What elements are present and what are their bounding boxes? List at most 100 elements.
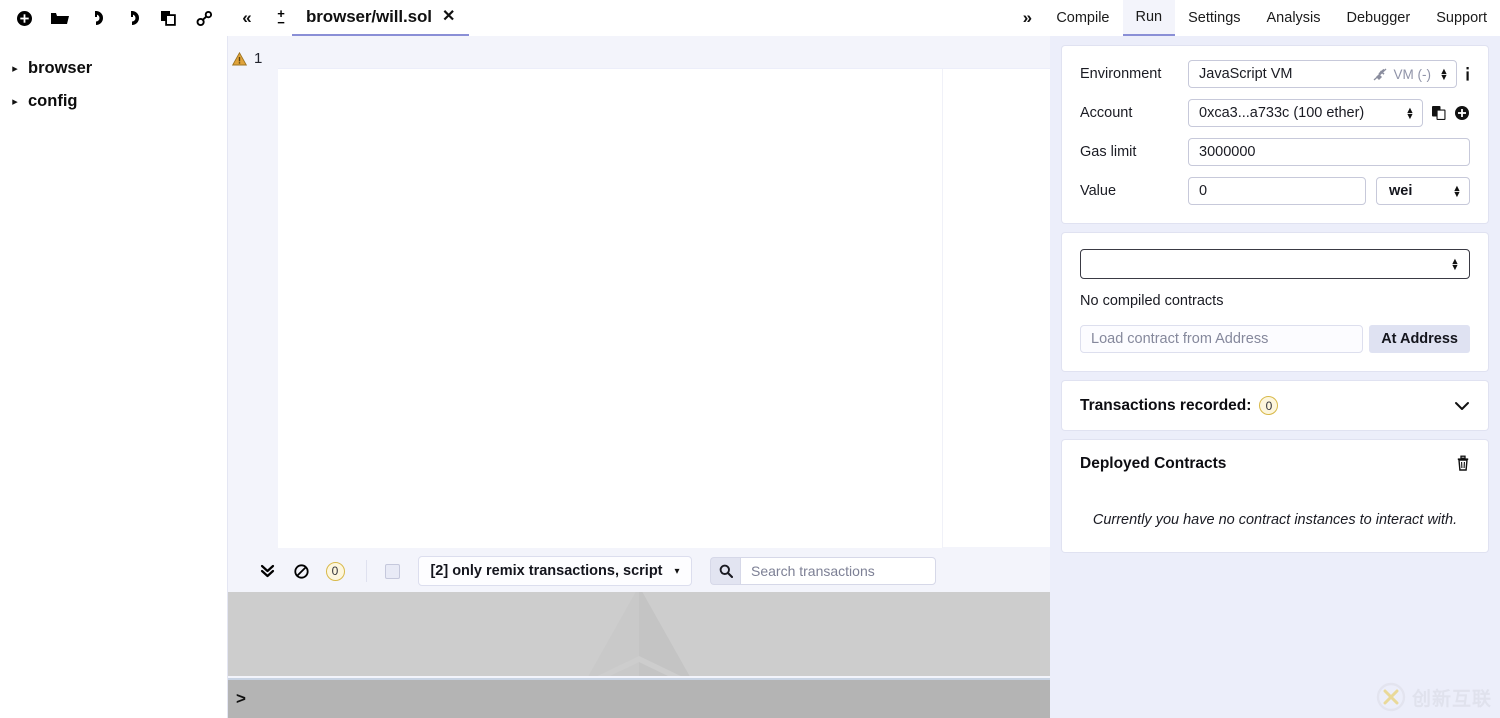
plugin-tab-strip: » Compile Run Settings Analysis Debugger… <box>1011 0 1500 36</box>
file-tree-label: config <box>28 92 78 110</box>
terminal-panel: 0 [2] only remix transactions, script ▾ … <box>228 550 1050 718</box>
tab-compile[interactable]: Compile <box>1043 0 1123 36</box>
terminal-input-row[interactable]: > <box>228 678 1050 718</box>
account-icons <box>1431 105 1470 121</box>
transaction-filter-select[interactable]: [2] only remix transactions, script ▾ <box>418 556 692 586</box>
top-bar: « + − browser/will.sol ✕ » Compile Run S… <box>0 0 1500 36</box>
account-select[interactable]: 0xca3...a733c (100 ether) ▲ ▼ <box>1188 99 1423 127</box>
gas-limit-label: Gas limit <box>1080 144 1137 160</box>
listen-network-checkbox[interactable] <box>385 563 400 579</box>
environment-icons <box>1465 66 1470 82</box>
at-address-button[interactable]: At Address <box>1369 325 1470 353</box>
editor-print-margin <box>942 69 943 548</box>
account-label: Account <box>1080 105 1133 121</box>
account-stepper[interactable]: ▲ ▼ <box>1404 106 1416 121</box>
editor-tab-label: browser/will.sol <box>306 7 432 26</box>
plug-disconnected-icon <box>1373 68 1388 81</box>
contract-select[interactable]: ▲ ▼ <box>1080 249 1470 279</box>
new-file-icon[interactable] <box>6 0 42 36</box>
tab-settings[interactable]: Settings <box>1175 0 1253 36</box>
terminal-search <box>710 557 936 585</box>
deployed-contracts-title: Deployed Contracts <box>1080 455 1227 472</box>
pending-transactions-badge: 0 <box>318 556 352 586</box>
plus-circle-icon[interactable] <box>1454 105 1470 121</box>
toolbar-divider <box>366 560 367 582</box>
code-editor-area: 1 <box>228 36 1050 550</box>
deployed-contracts-empty-message: Currently you have no contract instances… <box>1092 512 1458 528</box>
environment-value: JavaScript VM <box>1199 66 1293 82</box>
expand-tabs-icon[interactable]: » <box>1011 0 1043 36</box>
value-unit-select[interactable]: wei ▲ ▼ <box>1376 177 1470 205</box>
terminal-toolbar: 0 [2] only remix transactions, script ▾ <box>228 550 1050 592</box>
account-row: Account 0xca3...a733c (100 ether) ▲ ▼ <box>1080 99 1470 127</box>
deployed-contracts-header: Deployed Contracts <box>1080 455 1470 476</box>
ethereum-logo-watermark <box>588 592 690 676</box>
close-icon[interactable]: ✕ <box>442 9 455 25</box>
github-icon[interactable] <box>114 0 150 36</box>
pending-count: 0 <box>325 561 345 581</box>
file-tree-label: browser <box>28 59 93 77</box>
environment-select[interactable]: JavaScript VM VM (-) ▲ ▼ <box>1188 60 1457 88</box>
chevron-right-icon[interactable]: ▸ <box>10 62 20 75</box>
editor-text-region[interactable] <box>278 69 942 548</box>
link-icon[interactable] <box>186 0 222 36</box>
open-folder-icon[interactable] <box>42 0 78 36</box>
environment-stepper[interactable]: ▲ ▼ <box>1438 67 1450 82</box>
font-size-decrease[interactable]: − <box>277 16 285 29</box>
contract-card: ▲▼ No compiled contracts At Address <box>1062 233 1488 371</box>
warning-triangle-icon <box>232 51 247 65</box>
icon-toolbar <box>0 0 222 36</box>
transactions-recorded-card[interactable]: Transactions recorded: 0 <box>1062 381 1488 430</box>
info-icon[interactable] <box>1465 66 1470 82</box>
value-row: Value 0 wei ▲ ▼ <box>1080 177 1470 205</box>
account-value: 0xca3...a733c (100 ether) <box>1199 105 1365 121</box>
value-unit-label: wei <box>1389 183 1413 199</box>
gas-limit-input[interactable]: 3000000 <box>1188 138 1470 166</box>
file-explorer-panel: ▸ browser ▸ config <box>0 36 228 718</box>
value-input[interactable]: 0 <box>1188 177 1366 205</box>
deployed-contracts-card: Deployed Contracts Currently you have no… <box>1062 440 1488 552</box>
transaction-filter-label: [2] only remix transactions, script <box>430 563 663 579</box>
load-contract-row: At Address <box>1080 325 1470 353</box>
value-label: Value <box>1080 183 1117 199</box>
chevron-down-icon[interactable] <box>1454 398 1470 414</box>
environment-row: Environment JavaScript VM VM (-) ▲ ▼ <box>1080 60 1470 88</box>
terminal-log[interactable] <box>228 592 1050 676</box>
contract-select-stepper[interactable]: ▲ ▼ <box>1449 257 1461 272</box>
tab-support[interactable]: Support <box>1423 0 1500 36</box>
terminal-prompt-caret: > <box>236 689 246 708</box>
trash-icon[interactable] <box>1456 455 1470 476</box>
collapse-panel-icon[interactable]: « <box>234 0 260 36</box>
transactions-recorded-count: 0 <box>1259 396 1279 415</box>
tab-debugger[interactable]: Debugger <box>1334 0 1424 36</box>
editor-tab-browser-will-sol[interactable]: browser/will.sol ✕ <box>292 0 470 36</box>
copy-icon[interactable] <box>1431 105 1447 121</box>
file-tree-item-browser[interactable]: ▸ browser <box>0 52 227 85</box>
tab-run[interactable]: Run <box>1122 0 1176 36</box>
gas-limit-row: Gas limit 3000000 <box>1080 138 1470 166</box>
environment-label: Environment <box>1080 66 1162 82</box>
copy-files-icon[interactable] <box>150 0 186 36</box>
no-compiled-contracts-message: No compiled contracts <box>1080 293 1224 309</box>
clear-console-icon[interactable] <box>284 556 318 586</box>
double-chevron-down-icon[interactable] <box>250 556 284 586</box>
vm-status-label: VM (-) <box>1393 66 1432 82</box>
font-size-stepper[interactable]: + − <box>270 0 292 36</box>
chevron-down-icon[interactable]: ▾ <box>675 566 680 577</box>
file-tree-item-config[interactable]: ▸ config <box>0 85 227 118</box>
contract-address-input[interactable] <box>1080 325 1364 353</box>
value-unit-stepper[interactable]: ▲ ▼ <box>1451 184 1463 199</box>
editor-warning-count: 1 <box>254 50 263 67</box>
transactions-recorded-title: Transactions recorded: <box>1080 396 1252 414</box>
github-publish-icon[interactable] <box>78 0 114 36</box>
search-icon[interactable] <box>710 557 740 585</box>
editor-warning-marker[interactable]: 1 <box>232 50 262 67</box>
editor-tab-strip: browser/will.sol ✕ <box>292 0 470 36</box>
editor-controls: « + − <box>234 0 292 36</box>
search-input[interactable] <box>740 557 936 585</box>
tab-analysis[interactable]: Analysis <box>1254 0 1334 36</box>
run-panel: Environment JavaScript VM VM (-) ▲ ▼ Acco… <box>1050 36 1500 718</box>
chevron-right-icon[interactable]: ▸ <box>10 95 20 108</box>
editor-surface[interactable] <box>278 68 1050 548</box>
environment-card: Environment JavaScript VM VM (-) ▲ ▼ Acco… <box>1062 46 1488 223</box>
